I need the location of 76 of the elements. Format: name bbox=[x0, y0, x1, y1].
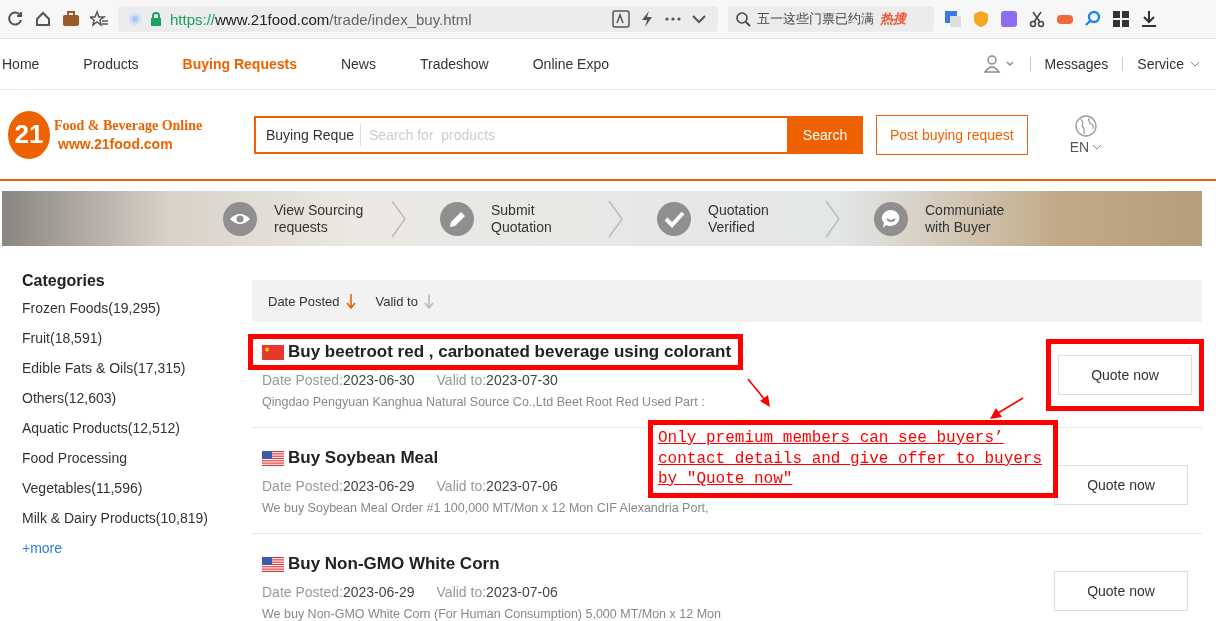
chevron-right-icon bbox=[608, 199, 624, 238]
chevron-down-icon bbox=[1092, 143, 1103, 150]
url-text: https://www.21food.com/trade/index_buy.html bbox=[170, 10, 472, 28]
search-scope-select[interactable]: Buying Reque bbox=[256, 123, 361, 146]
chat-bubble-icon bbox=[874, 201, 908, 236]
flag-icon bbox=[262, 344, 284, 360]
pencil-icon bbox=[440, 201, 474, 236]
date-posted: Date Posted:2023-06-30 bbox=[262, 372, 415, 388]
language-selector[interactable]: EN bbox=[1069, 138, 1090, 155]
star-list-icon[interactable] bbox=[90, 10, 108, 28]
chevron-right-icon bbox=[391, 199, 407, 238]
step-label: Submit Quotation bbox=[491, 201, 553, 236]
nav-link[interactable]: Tradeshow bbox=[420, 56, 489, 72]
download-icon[interactable] bbox=[1140, 10, 1158, 28]
arrow-down-icon bbox=[345, 293, 356, 309]
date-posted: Date Posted:2023-06-29 bbox=[262, 584, 415, 600]
globe-icon[interactable] bbox=[1074, 114, 1097, 137]
search-icon[interactable] bbox=[1084, 10, 1102, 28]
valid-to-date: Valid to:2023-07-30 bbox=[436, 372, 558, 388]
search-icon bbox=[736, 11, 751, 27]
scissors-icon[interactable] bbox=[1028, 10, 1046, 28]
search-suggestion: 五一这些门票已约满 bbox=[757, 10, 874, 28]
browser-search-field[interactable]: 五一这些门票已约满 热搜 bbox=[728, 6, 934, 32]
quote-now-button[interactable]: Quote now bbox=[1054, 465, 1188, 505]
categories-heading: Categories bbox=[22, 272, 106, 290]
nav-link[interactable]: Products bbox=[83, 56, 139, 72]
request-description: We buy Non-GMO White Corn (For Human Consumption) 5,000 MT/Mon x 12 Mon bbox=[262, 607, 722, 621]
checkmark-icon bbox=[657, 201, 691, 236]
flag-icon bbox=[262, 450, 284, 466]
category-link[interactable]: Vegetables(11,596) bbox=[22, 480, 252, 510]
valid-to-date: Valid to:2023-07-06 bbox=[436, 478, 558, 494]
sort-option[interactable]: Date Posted bbox=[268, 293, 356, 309]
annotation-arrow bbox=[988, 397, 1024, 421]
sort-option[interactable]: Valid to bbox=[375, 293, 434, 309]
hot-search-label: 热搜 bbox=[880, 10, 906, 28]
nav-link[interactable]: Online Expo bbox=[532, 56, 609, 72]
request-title[interactable]: Buy Non-GMO White Corn bbox=[288, 554, 500, 574]
category-link[interactable]: Others(12,603) bbox=[22, 390, 252, 420]
quote-now-button[interactable]: Quote now bbox=[1058, 355, 1192, 395]
request-description: We buy Soybean Meal Order #1 100,000 MT/Mon x 12 Mon CIF Alexandria Port, bbox=[262, 501, 710, 515]
address-bar[interactable]: https://www.21food.com/trade/index_buy.html bbox=[118, 6, 718, 32]
service-menu[interactable]: Service bbox=[1137, 56, 1184, 72]
step-label: View Sourcing requests bbox=[274, 201, 365, 236]
logo-url: www.21food.com bbox=[57, 135, 174, 152]
eye-icon bbox=[223, 201, 257, 236]
reload-icon[interactable] bbox=[6, 10, 24, 28]
user-icon[interactable] bbox=[983, 55, 1016, 73]
request-title[interactable]: Buy beetroot red , carbonated beverage using colorant bbox=[288, 342, 732, 362]
chevron-right-icon bbox=[825, 199, 841, 238]
step-label: Communiate with Buyer bbox=[925, 201, 1006, 236]
category-link[interactable]: Milk & Dairy Products(10,819) bbox=[22, 510, 252, 540]
request-description: Qingdao Pengyuan Kanghua Natural Source Co.,Ltd Beet Root Red Used Part : bbox=[262, 395, 706, 409]
grid-icon[interactable] bbox=[1112, 10, 1130, 28]
date-posted: Date Posted:2023-06-29 bbox=[262, 478, 415, 494]
category-link[interactable]: Food Processing bbox=[22, 450, 252, 480]
valid-to-date: Valid to:2023-07-06 bbox=[436, 584, 558, 600]
quote-now-button[interactable]: Quote now bbox=[1054, 571, 1188, 611]
annotation-note: Only premium members can see buyers’ contact details and give offer to buyers by ″Quote now″ bbox=[648, 420, 1058, 498]
category-link[interactable]: Frozen Foods(19,295) bbox=[22, 300, 252, 330]
nav-link[interactable]: News bbox=[340, 56, 376, 72]
step-label: Quotation Verified bbox=[708, 201, 770, 236]
category-link[interactable]: Edible Fats & Oils(17,315) bbox=[22, 360, 252, 390]
request-title[interactable]: Buy Soybean Meal bbox=[288, 448, 439, 468]
messages-link[interactable]: Messages bbox=[1044, 56, 1109, 72]
annotation-arrow bbox=[746, 378, 772, 408]
chevron-down-icon bbox=[1190, 61, 1200, 67]
nav-link[interactable]: Home bbox=[2, 56, 40, 72]
category-link[interactable]: Fruit(18,591) bbox=[22, 330, 252, 360]
category-link[interactable]: Aquatic Products(12,512) bbox=[22, 420, 252, 450]
logo-title: Food & Beverage Online bbox=[54, 117, 203, 134]
flag-icon bbox=[262, 556, 284, 572]
home-icon[interactable] bbox=[34, 10, 52, 28]
lock-icon bbox=[150, 12, 162, 26]
more-link[interactable]: +more bbox=[22, 540, 252, 556]
briefcase-icon[interactable] bbox=[62, 10, 80, 28]
arrow-down-icon bbox=[423, 293, 434, 309]
